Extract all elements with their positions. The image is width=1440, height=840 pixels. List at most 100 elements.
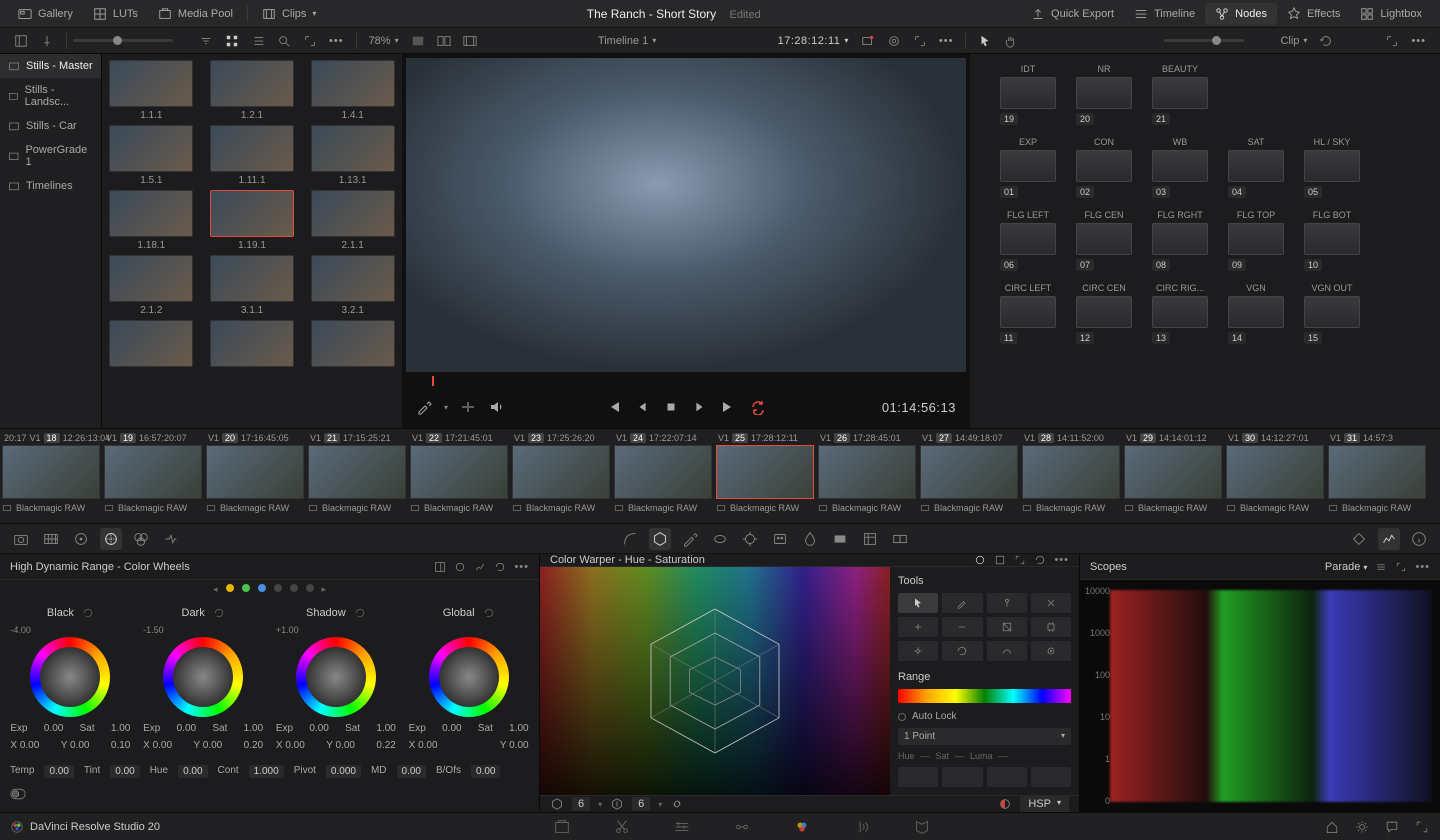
node-graph[interactable]: IDT19NR20BEAUTY21EXP01CON02WB03SAT04HL /… bbox=[970, 54, 1440, 366]
qualifier-button[interactable] bbox=[679, 528, 701, 550]
tracker-button[interactable] bbox=[739, 528, 761, 550]
still-thumbnail[interactable] bbox=[210, 320, 294, 367]
color-node[interactable]: FLG TOP09 bbox=[1228, 210, 1284, 271]
still-thumbnail[interactable]: 1.19.1 bbox=[210, 190, 294, 251]
sat-value[interactable]: 1.00 bbox=[244, 723, 263, 734]
info-button[interactable] bbox=[1408, 528, 1430, 550]
hdr-zone-dots[interactable]: ◂ ▸ bbox=[0, 580, 539, 599]
fusion-page[interactable] bbox=[732, 817, 752, 837]
warper-more-button[interactable]: ••• bbox=[1054, 554, 1069, 566]
still-thumbnail[interactable] bbox=[311, 320, 395, 367]
color-node[interactable]: NR20 bbox=[1076, 64, 1132, 125]
color-node[interactable]: FLG BOT10 bbox=[1304, 210, 1360, 271]
panel-layout-button[interactable] bbox=[8, 31, 34, 51]
exp-value[interactable]: 0.00 bbox=[177, 723, 196, 734]
node-reset-button[interactable] bbox=[1313, 31, 1339, 51]
viewer-expand-button[interactable] bbox=[907, 31, 933, 51]
color-warper-button[interactable] bbox=[649, 528, 671, 550]
timeline-clip[interactable]: V12714:49:18:07Blackmagic RAW bbox=[918, 429, 1020, 523]
select-all-tool[interactable] bbox=[1031, 617, 1071, 637]
exp-value[interactable]: 0.00 bbox=[442, 723, 461, 734]
hue-value[interactable]: 0.00 bbox=[178, 765, 207, 778]
invert-sel-tool[interactable] bbox=[987, 617, 1027, 637]
gallery-album[interactable]: Stills - Car bbox=[0, 114, 101, 138]
warper-mode1-button[interactable] bbox=[974, 554, 986, 566]
timeline-clip[interactable]: V12017:16:45:05Blackmagic RAW bbox=[204, 429, 306, 523]
color-node[interactable]: EXP01 bbox=[1000, 137, 1056, 198]
nodes-toggle[interactable]: Nodes bbox=[1205, 3, 1277, 25]
scopes-settings-button[interactable] bbox=[1375, 561, 1387, 573]
node-more-button[interactable]: ••• bbox=[1405, 32, 1432, 50]
media-page[interactable] bbox=[552, 817, 572, 837]
temp-value[interactable]: 0.00 bbox=[44, 765, 73, 778]
color-node[interactable]: VGN OUT15 bbox=[1304, 283, 1360, 344]
hdr-expand-button[interactable] bbox=[434, 561, 446, 573]
still-thumbnail[interactable]: 2.1.2 bbox=[109, 255, 193, 316]
range-slider[interactable] bbox=[898, 689, 1071, 703]
dual-viewer-button[interactable] bbox=[431, 32, 457, 50]
color-node[interactable]: FLG CEN07 bbox=[1076, 210, 1132, 271]
autolock-radio[interactable] bbox=[898, 713, 906, 721]
range-tool-3[interactable] bbox=[987, 767, 1027, 787]
fairlight-page[interactable] bbox=[852, 817, 872, 837]
select-ring-tool[interactable] bbox=[1031, 641, 1071, 661]
timeline-clip[interactable]: V13114:57:3Blackmagic RAW bbox=[1326, 429, 1428, 523]
quickexport-button[interactable]: Quick Export bbox=[1021, 3, 1124, 25]
selection-tool[interactable] bbox=[898, 593, 938, 613]
rgb-mixer-button[interactable] bbox=[130, 528, 152, 550]
chevron-right-icon[interactable]: ▸ bbox=[322, 584, 327, 595]
color-wheel[interactable] bbox=[163, 637, 243, 717]
cont-value[interactable]: 1.000 bbox=[249, 765, 284, 778]
fullscreen-button[interactable] bbox=[1414, 819, 1430, 835]
picker-icon[interactable] bbox=[416, 399, 432, 415]
colorspace-icon[interactable] bbox=[998, 797, 1012, 811]
color-wheel[interactable] bbox=[30, 637, 110, 717]
viewer-more-button[interactable]: ••• bbox=[933, 32, 960, 50]
chevron-down-icon[interactable]: ▾ bbox=[444, 403, 448, 412]
sizing-button[interactable] bbox=[859, 528, 881, 550]
gallery-album[interactable]: Stills - Master bbox=[0, 54, 101, 78]
exp-value[interactable]: 0.00 bbox=[44, 723, 63, 734]
bofs-value[interactable]: 0.00 bbox=[471, 765, 500, 778]
still-thumbnail[interactable]: 1.1.1 bbox=[109, 60, 193, 121]
pin-tool[interactable] bbox=[987, 593, 1027, 613]
project-settings-button[interactable] bbox=[1354, 819, 1370, 835]
timeline-clip[interactable]: 20:17V11812:26:13:04Blackmagic RAW bbox=[0, 429, 102, 523]
record-button[interactable] bbox=[855, 31, 881, 51]
hex2-res-icon[interactable] bbox=[610, 797, 624, 811]
luts-toggle[interactable]: LUTs bbox=[83, 3, 148, 25]
tint-value[interactable]: 0.00 bbox=[110, 765, 139, 778]
viewer-scrubber[interactable] bbox=[416, 376, 956, 386]
exp-value[interactable]: 0.00 bbox=[309, 723, 328, 734]
hex-res-icon[interactable] bbox=[550, 797, 564, 811]
curves-button[interactable] bbox=[619, 528, 641, 550]
expand-button[interactable] bbox=[297, 31, 323, 51]
color-wheel[interactable] bbox=[296, 637, 376, 717]
warper-expand-button[interactable] bbox=[1014, 554, 1026, 566]
keyframe-button[interactable] bbox=[1348, 528, 1370, 550]
res1-value[interactable]: 6 bbox=[572, 797, 590, 811]
hdr-wheels-button[interactable] bbox=[100, 528, 122, 550]
thumbnail-view-button[interactable] bbox=[219, 31, 245, 51]
reset-pin-tool[interactable] bbox=[942, 641, 982, 661]
last-frame-button[interactable] bbox=[720, 399, 736, 415]
sort-button[interactable] bbox=[193, 31, 219, 51]
warper-reset-button[interactable] bbox=[1034, 554, 1046, 566]
magic-mask-button[interactable] bbox=[769, 528, 791, 550]
hdr-graph-button[interactable] bbox=[474, 561, 486, 573]
scopes-mode-dropdown[interactable]: Parade ▾ bbox=[1325, 561, 1368, 573]
list-view-button[interactable] bbox=[245, 31, 271, 51]
pan-tool[interactable] bbox=[998, 31, 1024, 51]
stop-button[interactable] bbox=[664, 400, 678, 414]
timeline-clip[interactable]: V12417:22:07:14Blackmagic RAW bbox=[612, 429, 714, 523]
motion-effects-button[interactable] bbox=[160, 528, 182, 550]
points-dropdown[interactable]: 1 Point▾ bbox=[898, 728, 1071, 745]
audio-icon[interactable] bbox=[488, 399, 504, 415]
pointer-tool[interactable] bbox=[972, 31, 998, 51]
still-thumbnail[interactable]: 1.2.1 bbox=[210, 60, 294, 121]
range-tool-1[interactable] bbox=[898, 767, 938, 787]
reset-icon[interactable] bbox=[82, 607, 94, 619]
warper-mode2-button[interactable] bbox=[994, 554, 1006, 566]
color-node[interactable]: BEAUTY21 bbox=[1152, 64, 1208, 125]
still-thumbnail[interactable]: 1.13.1 bbox=[311, 125, 395, 186]
